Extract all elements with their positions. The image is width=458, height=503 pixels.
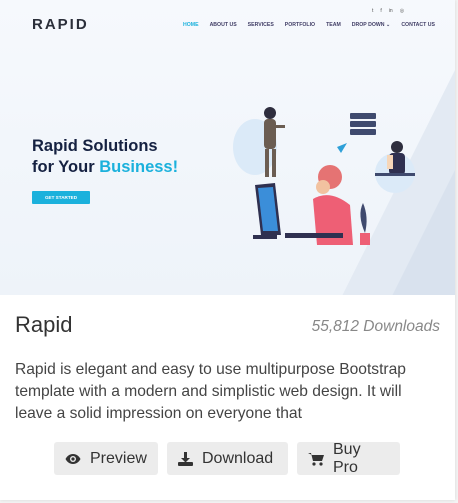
- preview-headline-prefix: for Your: [32, 158, 100, 176]
- template-preview-image[interactable]: RAPID t f in ◎ HOME ABOUT US SERVICES PO…: [0, 0, 455, 295]
- download-button-label: Download: [202, 449, 274, 467]
- preview-get-started-button: GET STARTED: [32, 191, 90, 204]
- template-card: RAPID t f in ◎ HOME ABOUT US SERVICES PO…: [0, 0, 455, 500]
- download-icon: [178, 451, 193, 466]
- hero-illustration: [233, 107, 415, 245]
- template-description: Rapid is elegant and easy to use multipu…: [15, 361, 406, 422]
- preview-nav-dropdown: DROP DOWN ⌄: [351, 22, 391, 28]
- preview-nav-portfolio: PORTFOLIO: [284, 22, 316, 28]
- linkedin-icon: in: [388, 8, 393, 14]
- preview-nav-home: HOME: [183, 22, 199, 28]
- eye-icon: [65, 453, 81, 465]
- preview-headline: Rapid Solutions for Your Business!: [32, 136, 178, 178]
- download-button[interactable]: Download: [167, 442, 288, 475]
- preview-nav-about: ABOUT US: [209, 22, 237, 28]
- preview-headline-accent: Business!: [99, 158, 179, 176]
- twitter-icon: t: [372, 8, 374, 14]
- preview-logo: RAPID: [32, 16, 89, 33]
- preview-social-links: t f in ◎: [372, 8, 404, 14]
- facebook-icon: f: [380, 8, 382, 14]
- cart-icon: [308, 452, 324, 466]
- download-count: 55,812 Downloads: [311, 318, 440, 335]
- action-buttons: Preview Download Buy Pro: [54, 440, 400, 476]
- preview-nav-team: TEAM: [326, 22, 341, 28]
- preview-nav: HOME ABOUT US SERVICES PORTFOLIO TEAM DR…: [183, 22, 446, 28]
- preview-headline-line2: for Your Business!: [32, 157, 178, 178]
- preview-headline-line1: Rapid Solutions: [32, 137, 158, 155]
- instagram-icon: ◎: [399, 8, 405, 14]
- preview-nav-contact: CONTACT US: [401, 22, 435, 28]
- preview-button-label: Preview: [90, 449, 147, 467]
- template-title: Rapid: [15, 312, 73, 337]
- preview-button[interactable]: Preview: [54, 442, 158, 475]
- buy-pro-button-label: Buy Pro: [333, 440, 361, 476]
- buy-pro-button[interactable]: Buy Pro: [297, 440, 400, 476]
- preview-nav-services: SERVICES: [247, 22, 274, 28]
